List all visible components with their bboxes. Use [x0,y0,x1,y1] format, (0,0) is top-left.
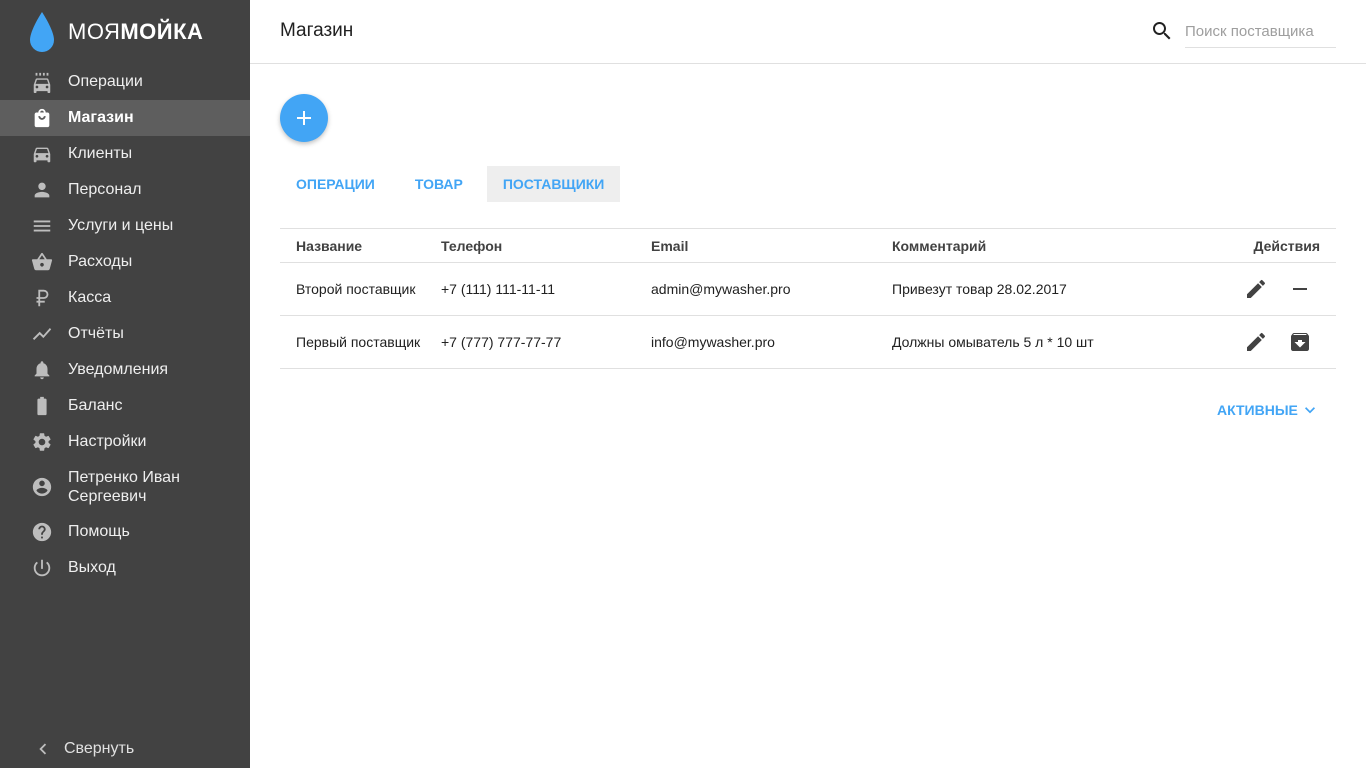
sidebar-item-label: Касса [68,289,112,306]
sidebar-item-reports[interactable]: Отчёты [0,316,250,352]
collapse-label: Свернуть [64,740,135,757]
search-input[interactable] [1185,16,1336,48]
supplier-name: Первый поставщик [296,334,421,350]
water-drop-icon [30,12,54,52]
tab-operations[interactable]: ОПЕРАЦИИ [280,166,391,202]
basket-icon [31,251,53,273]
search-icon[interactable] [1150,19,1174,43]
logo[interactable]: МОЯМОЙКА [28,10,203,54]
help-icon [31,521,53,543]
sidebar-item-operations[interactable]: Операции [0,64,250,100]
sidebar-item-staff[interactable]: Персонал [0,172,250,208]
account-circle-icon [31,476,53,498]
sidebar-item-services[interactable]: Услуги и цены [0,208,250,244]
add-button[interactable] [280,94,328,142]
sidebar-item-label: Персонал [68,181,142,198]
row-actions [1244,277,1312,301]
table-row[interactable]: Первый поставщик +7 (777) 777-77-77 info… [280,316,1336,369]
logo-text-light: МОЯ [68,19,121,44]
sidebar-item-label: Отчёты [68,325,124,342]
battery-icon [31,395,53,417]
supplier-email: admin@mywasher.pro [651,281,791,297]
power-icon [31,557,53,579]
status-filter-label: АКТИВНЫЕ [1217,402,1298,418]
car-wash-icon [31,71,53,93]
plus-icon [297,111,311,125]
bell-icon [31,359,53,381]
column-header-name: Название [296,237,363,254]
sidebar-item-label: Баланс [68,397,123,414]
sidebar-item-settings[interactable]: Настройки [0,424,250,460]
list-icon [31,215,53,237]
sidebar-item-shop[interactable]: Магазин [0,100,250,136]
column-header-phone: Телефон [441,237,503,254]
edit-icon [1247,279,1266,298]
sidebar-item-label: Петренко Иван Сергеевич [68,469,180,505]
supplier-phone: +7 (111) 111-11-11 [441,281,556,297]
logo-text-bold: МОЙКА [120,19,204,44]
table-row[interactable]: Второй поставщик +7 (111) 111-11-11 admi… [280,263,1336,316]
tab-bar: ОПЕРАЦИИ ТОВАР ПОСТАВЩИКИ [280,166,621,202]
edit-icon [1247,332,1266,351]
suppliers-table: Название Телефон Email Комментарий Дейст… [280,228,1336,369]
sidebar: МОЯМОЙКА Операции Магазин Клиенты Персон… [0,0,250,768]
trending-icon [31,323,53,345]
sidebar-item-profile[interactable]: Петренко Иван Сергеевич [0,460,250,514]
sidebar-item-label: Клиенты [68,145,133,162]
chevron-down-icon [1304,407,1315,414]
table-header: Название Телефон Email Комментарий Дейст… [280,229,1336,263]
sidebar-item-label: Помощь [68,523,130,540]
column-header-email: Email [651,237,689,254]
shopping-bag-icon [31,107,53,129]
supplier-comment: Должны омыватель 5 л * 10 шт [892,334,1094,350]
sidebar-item-label: Магазин [68,109,134,126]
sidebar-item-label: Выход [68,559,116,576]
sidebar-item-label: Расходы [68,253,133,270]
archive-button[interactable] [1288,330,1312,354]
page-title: Магазин [280,20,354,41]
column-header-actions: Действия [1253,237,1320,254]
sidebar-item-help[interactable]: Помощь [0,514,250,550]
sidebar-item-notifications[interactable]: Уведомления [0,352,250,388]
ruble-icon [31,287,53,309]
supplier-phone: +7 (777) 777-77-77 [441,334,562,350]
sidebar-item-label: Уведомления [68,361,169,378]
archive-icon [1291,333,1309,351]
sidebar-item-label: Услуги и цены [68,217,174,234]
chevron-left-icon [32,738,54,760]
gear-icon [31,431,53,453]
remove-button[interactable] [1288,277,1312,301]
edit-button[interactable] [1244,330,1268,354]
edit-button[interactable] [1244,277,1268,301]
column-header-comment: Комментарий [892,237,987,254]
sidebar-item-label: Настройки [68,433,147,450]
supplier-email: info@mywasher.pro [651,334,775,350]
row-actions [1244,330,1312,354]
sidebar-item-balance[interactable]: Баланс [0,388,250,424]
logo-text: МОЯМОЙКА [68,19,203,45]
sidebar-item-cash[interactable]: Касса [0,280,250,316]
car-icon [31,143,53,165]
sidebar-collapse-button[interactable]: Свернуть [0,730,250,768]
person-icon [31,179,53,201]
app-header: Магазин [250,0,1366,64]
supplier-name: Второй поставщик [296,281,416,297]
sidebar-item-logout[interactable]: Выход [0,550,250,586]
supplier-comment: Привезут товар 28.02.2017 [892,281,1067,297]
remove-icon [1293,288,1307,290]
sidebar-item-clients[interactable]: Клиенты [0,136,250,172]
status-filter-dropdown[interactable]: АКТИВНЫЕ [1217,400,1320,420]
sidebar-item-label: Операции [68,73,143,90]
tab-suppliers[interactable]: ПОСТАВЩИКИ [486,166,621,202]
sidebar-nav: Операции Магазин Клиенты Персонал Услуги… [0,64,250,586]
tab-products[interactable]: ТОВАР [399,166,479,202]
sidebar-item-expenses[interactable]: Расходы [0,244,250,280]
